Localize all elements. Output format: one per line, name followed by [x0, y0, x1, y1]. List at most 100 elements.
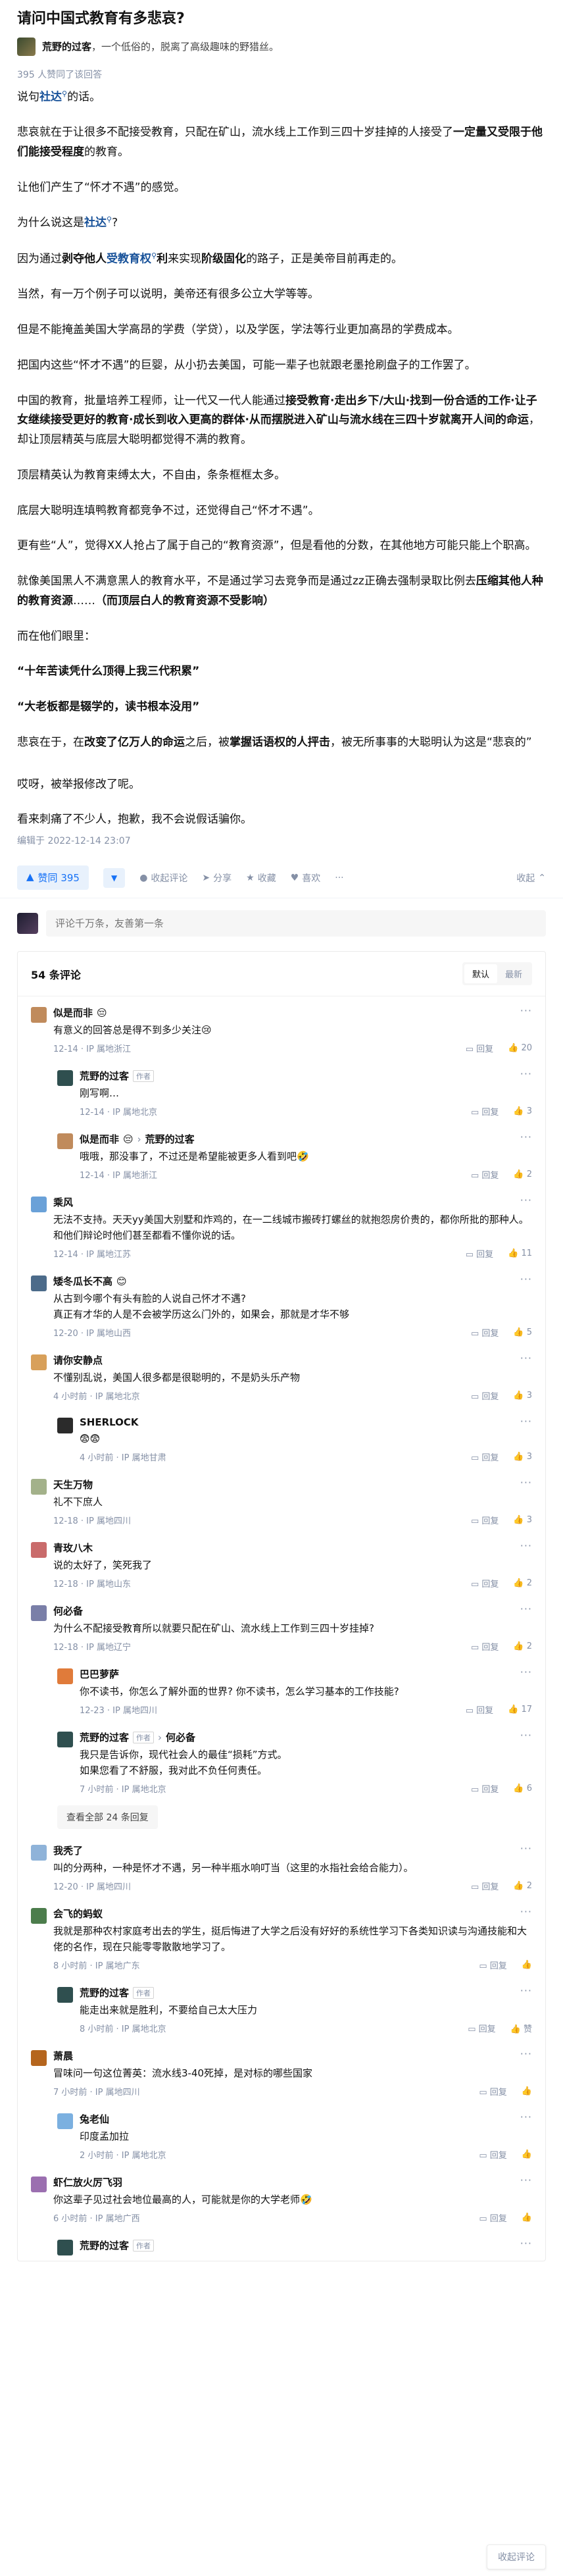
search-icon[interactable]: ⚲: [151, 251, 157, 260]
commenter-avatar[interactable]: [31, 1542, 47, 1558]
more-options-icon[interactable]: ···: [520, 1603, 532, 1615]
commenter-avatar[interactable]: [31, 1605, 47, 1622]
link-shehui[interactable]: 社达: [84, 217, 107, 230]
collapse-comments-button[interactable]: 收起评论: [487, 2544, 546, 2569]
like-button[interactable]: ♥ 喜欢: [291, 871, 321, 885]
comment-like-button[interactable]: 👍: [522, 1960, 532, 1970]
commenter-name[interactable]: 会飞的蚂蚁: [53, 1907, 103, 1920]
view-all-replies-button[interactable]: 查看全部 24 条回复: [57, 1805, 158, 1830]
commenter-name[interactable]: 乘风: [53, 1195, 73, 1209]
commenter-name[interactable]: 荒野的过客: [80, 2238, 129, 2252]
commenter-avatar[interactable]: [57, 1987, 73, 2003]
more-options-icon[interactable]: ···: [520, 2048, 532, 2060]
comment-like-button[interactable]: 👍 赞: [510, 2022, 532, 2034]
author-avatar[interactable]: [17, 37, 36, 56]
commenter-name[interactable]: 我秃了: [53, 1843, 83, 1857]
commenter-name[interactable]: 何必备: [53, 1604, 83, 1618]
commenter-name[interactable]: 请你安静点: [53, 1353, 103, 1367]
commenter-avatar[interactable]: [31, 1479, 47, 1495]
comment-like-button[interactable]: 👍 2: [513, 1641, 532, 1651]
reply-button[interactable]: ▭ 回复: [471, 1168, 499, 1181]
commenter-name[interactable]: 青玫八木: [53, 1541, 93, 1555]
collapse-answer-button[interactable]: 收起 ⌃: [516, 871, 546, 885]
commenter-avatar[interactable]: [57, 1070, 73, 1087]
question-title[interactable]: 请问中国式教育有多悲哀?: [0, 0, 563, 34]
author-name[interactable]: 荒野的过客: [42, 41, 91, 53]
reply-button[interactable]: ▭ 回复: [479, 2085, 506, 2098]
commenter-name[interactable]: 似是而非: [80, 1132, 119, 1146]
search-icon[interactable]: ⚲: [107, 215, 112, 224]
reply-button[interactable]: ▭ 回复: [471, 1451, 499, 1463]
comment-like-button[interactable]: 👍 2: [513, 1881, 532, 1891]
sort-latest-tab[interactable]: 最新: [497, 964, 530, 983]
commenter-avatar[interactable]: [57, 1133, 73, 1150]
more-options-icon[interactable]: ···: [520, 1476, 532, 1489]
comment-like-button[interactable]: 👍 3: [513, 1515, 532, 1525]
reply-button[interactable]: ▭ 回复: [471, 1326, 499, 1339]
reply-button[interactable]: ▭ 回复: [479, 2211, 506, 2224]
reply-button[interactable]: ▭ 回复: [471, 1640, 499, 1653]
more-options-icon[interactable]: ···: [520, 1004, 532, 1017]
commenter-name[interactable]: 虾仁放火厉飞羽: [53, 2175, 122, 2189]
comment-like-button[interactable]: 👍 2: [513, 1170, 532, 1179]
link-shehui[interactable]: 社达: [39, 90, 62, 103]
share-button[interactable]: ➤ 分享: [202, 871, 232, 885]
more-options-icon[interactable]: ···: [520, 1415, 532, 1428]
commenter-name[interactable]: 荒野的过客: [80, 1986, 129, 1999]
comment-like-button[interactable]: 👍: [522, 2086, 532, 2096]
comment-like-button[interactable]: 👍 20: [508, 1043, 532, 1053]
comment-like-button[interactable]: 👍 6: [513, 1784, 532, 1793]
more-options-icon[interactable]: ···: [520, 1905, 532, 1918]
comments-toggle-button[interactable]: ● 收起评论: [139, 871, 187, 885]
commenter-avatar[interactable]: [31, 1908, 47, 1924]
reply-button[interactable]: ▭ 回复: [471, 1389, 499, 1402]
commenter-name[interactable]: 兔老仙: [80, 2112, 109, 2126]
more-options-icon[interactable]: ···: [520, 1842, 532, 1855]
commenter-avatar[interactable]: [31, 2050, 47, 2067]
more-options-icon[interactable]: ···: [520, 2111, 532, 2123]
more-options-icon[interactable]: ···: [520, 1131, 532, 1143]
more-options-icon[interactable]: ···: [520, 1539, 532, 1552]
reply-to-name[interactable]: 荒野的过客: [145, 1132, 195, 1146]
more-options-icon[interactable]: ···: [520, 1068, 532, 1080]
downvote-button[interactable]: ▼: [103, 867, 126, 888]
favorite-button[interactable]: ★ 收藏: [246, 871, 276, 885]
reply-button[interactable]: ▭ 回复: [471, 1880, 499, 1892]
more-options-icon[interactable]: ···: [520, 1194, 532, 1206]
reply-button[interactable]: ▭ 回复: [479, 2148, 506, 2161]
commenter-avatar[interactable]: [57, 1732, 73, 1748]
commenter-avatar[interactable]: [31, 1845, 47, 1861]
commenter-avatar[interactable]: [31, 2177, 47, 2193]
commenter-avatar[interactable]: [57, 2240, 73, 2256]
reply-button[interactable]: ▭ 回复: [466, 1042, 493, 1054]
comment-input[interactable]: [46, 910, 546, 937]
search-icon[interactable]: ⚲: [62, 90, 67, 98]
more-options-icon[interactable]: ···: [520, 1273, 532, 1285]
reply-button[interactable]: ▭ 回复: [471, 1514, 499, 1526]
link-education-right[interactable]: 受教育权: [107, 253, 151, 266]
commenter-avatar[interactable]: [31, 1007, 47, 1023]
reply-button[interactable]: ▭ 回复: [468, 2022, 495, 2034]
reply-button[interactable]: ▭ 回复: [466, 1247, 493, 1260]
reply-button[interactable]: ▭ 回复: [471, 1105, 499, 1118]
more-options-icon[interactable]: ···: [520, 2237, 532, 2250]
commenter-name[interactable]: 矮冬瓜长不高: [53, 1274, 112, 1288]
reply-button[interactable]: ▭ 回复: [471, 1782, 499, 1795]
more-options-icon[interactable]: ···: [520, 1666, 532, 1678]
reply-button[interactable]: ▭ 回复: [479, 1959, 506, 1971]
more-options-icon[interactable]: ···: [520, 1352, 532, 1364]
commenter-name[interactable]: 巴巴萝萨: [80, 1667, 119, 1681]
commenter-avatar[interactable]: [31, 1354, 47, 1371]
comment-like-button[interactable]: 👍 3: [513, 1391, 532, 1401]
comment-like-button[interactable]: 👍 5: [513, 1327, 532, 1337]
comment-like-button[interactable]: 👍: [522, 2213, 532, 2223]
commenter-avatar[interactable]: [31, 1197, 47, 1213]
comment-like-button[interactable]: 👍 2: [513, 1578, 532, 1588]
more-options-icon[interactable]: ···: [520, 1729, 532, 1741]
commenter-name[interactable]: 萧晨: [53, 2049, 73, 2063]
comment-like-button[interactable]: 👍 17: [508, 1705, 532, 1714]
commenter-avatar[interactable]: [31, 1275, 47, 1292]
more-options-icon[interactable]: ···: [520, 1984, 532, 1997]
comment-like-button[interactable]: 👍 3: [513, 1452, 532, 1462]
commenter-avatar[interactable]: [57, 2113, 73, 2130]
